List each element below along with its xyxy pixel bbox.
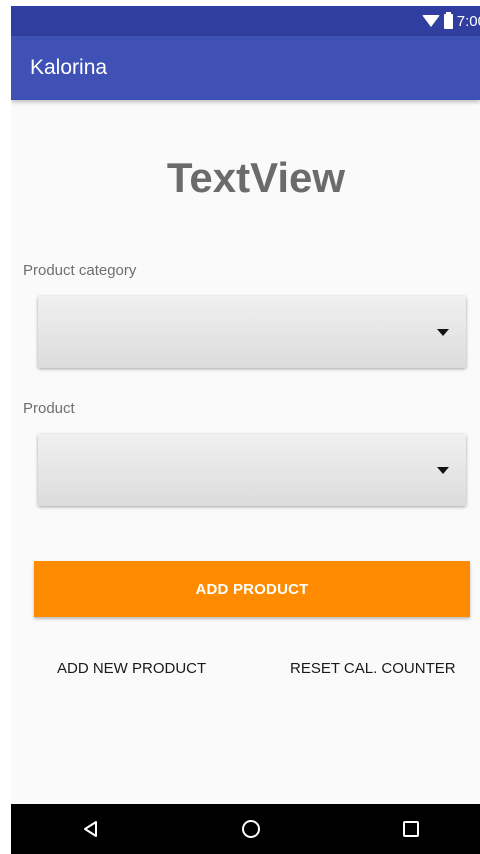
product-category-spinner[interactable] (38, 296, 466, 368)
product-spinner[interactable] (38, 434, 466, 506)
app-title: Kalorina (30, 56, 108, 79)
navigation-bar (11, 804, 480, 854)
status-bar: 7:00 (11, 6, 480, 36)
status-time: 7:00 (456, 12, 480, 30)
dropdown-arrow-icon (437, 329, 449, 336)
recents-icon[interactable] (403, 821, 419, 837)
wifi-icon (421, 15, 440, 27)
reset-cal-counter-button[interactable]: RESET CAL. COUNTER (290, 656, 456, 680)
status-icons: 7:00 (421, 11, 480, 30)
product-label: Product (23, 400, 75, 417)
textview-heading: TextView (166, 154, 346, 201)
battery-icon (443, 11, 453, 29)
product-category-label: Product category (23, 262, 137, 279)
add-new-product-button[interactable]: ADD NEW PRODUCT (57, 656, 206, 680)
dropdown-arrow-icon (437, 467, 449, 474)
back-icon[interactable] (82, 820, 100, 838)
add-product-button[interactable]: ADD PRODUCT (34, 561, 470, 617)
add-product-button-label: ADD PRODUCT (195, 580, 309, 598)
home-icon[interactable] (242, 820, 260, 838)
app-bar: Kalorina (11, 36, 480, 100)
phone-screen: 7:00 Kalorina TextView Product category … (11, 6, 480, 854)
